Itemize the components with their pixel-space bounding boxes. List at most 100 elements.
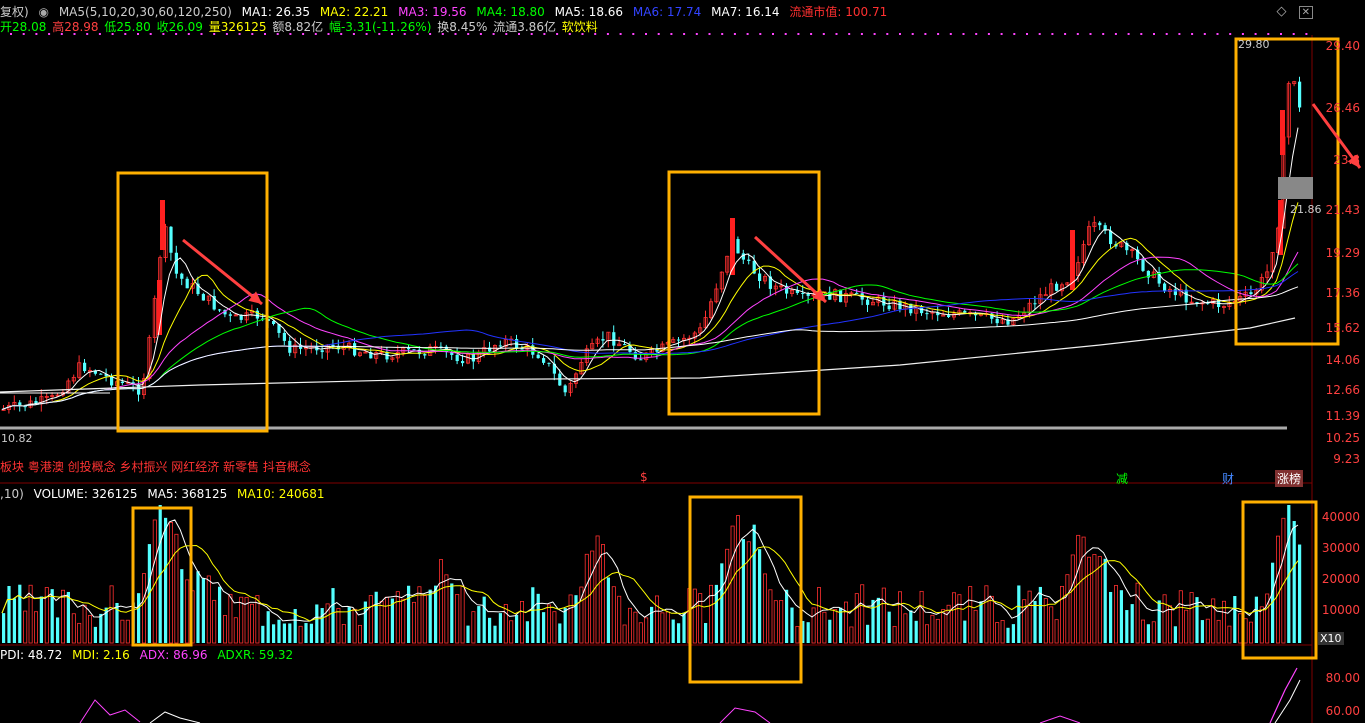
volume-bar: [633, 611, 638, 644]
volume-bar: [309, 623, 313, 643]
volume-bar: [849, 626, 854, 644]
event-dot: [454, 33, 457, 35]
volume-bar: [466, 625, 470, 643]
volume-bar: [644, 617, 649, 644]
volume-bar: [1006, 627, 1010, 643]
event-dot: [1178, 33, 1181, 35]
volume-bar: [272, 624, 276, 643]
kline-chart[interactable]: [0, 0, 1365, 723]
volume-bar: [77, 622, 82, 644]
candle-body: [137, 384, 141, 395]
volume-bar: [611, 586, 616, 644]
candle-body: [995, 318, 999, 324]
event-dot: [1229, 33, 1232, 35]
concept-tags[interactable]: 板块 粤港澳 创投概念 乡村振兴 网红经济 新零售 抖音概念: [0, 458, 311, 475]
volume-bar: [817, 587, 822, 644]
marker-limit-up[interactable]: 涨榜: [1275, 470, 1304, 487]
volume-bar: [887, 611, 891, 643]
dmi-tick: 60.00: [1325, 704, 1360, 718]
event-dot: [911, 33, 914, 35]
volume-bar: [261, 625, 265, 643]
volume-bar: [871, 599, 875, 643]
candle-body: [331, 344, 335, 346]
volume-bar: [411, 601, 416, 644]
event-dot: [1102, 33, 1105, 35]
volume-bar: [989, 595, 994, 644]
price-tick: 17.36: [1325, 286, 1360, 300]
volume-bar: [477, 606, 481, 643]
volume-bar: [1038, 586, 1042, 643]
event-dot: [1038, 33, 1041, 35]
volume-bar: [99, 613, 103, 643]
volume-params[interactable]: ,10): [0, 487, 24, 501]
event-dot: [733, 33, 736, 35]
event-dot: [1140, 33, 1143, 35]
volume-bar: [2, 613, 6, 643]
volume-bar: [23, 610, 28, 644]
candle-body: [471, 354, 475, 362]
volume-bar: [422, 595, 427, 644]
volume-bar: [1249, 621, 1254, 644]
marker-dollar[interactable]: $: [640, 470, 648, 484]
candle-body: [639, 359, 643, 361]
volume-bar: [266, 611, 270, 643]
volume-bar: [1216, 619, 1221, 644]
volume-bar: [1049, 606, 1054, 644]
volume-bar: [1281, 517, 1286, 644]
volume-bar: [768, 589, 773, 644]
volume-bar: [730, 525, 735, 644]
event-dot: [1267, 33, 1270, 35]
marker-finance[interactable]: 财: [1222, 470, 1234, 487]
volume-bar: [109, 585, 114, 644]
event-dot: [175, 33, 178, 35]
event-dot: [162, 33, 165, 35]
volume-bar: [547, 604, 552, 644]
event-dot: [835, 33, 838, 35]
dmi-adx-line: [79, 699, 141, 723]
candle-body: [320, 350, 324, 353]
volume-bar: [903, 613, 908, 644]
price-tick: 12.66: [1325, 383, 1360, 397]
event-dot: [124, 33, 127, 35]
candle-body: [423, 354, 427, 356]
candle-body: [1043, 294, 1048, 297]
event-dot: [111, 33, 114, 35]
volume-bar: [1114, 585, 1119, 644]
volume-bar: [1092, 554, 1097, 644]
volume-bar: [531, 587, 535, 643]
candle-body: [1055, 283, 1059, 291]
candle-body: [201, 294, 205, 301]
volume-bar: [606, 577, 610, 643]
event-dot: [632, 33, 635, 35]
volume-bar: [168, 522, 173, 644]
volume-tick: 20000: [1321, 572, 1360, 586]
volume-bar: [379, 600, 384, 644]
candle-body: [412, 349, 416, 351]
volume-bar: [401, 598, 406, 644]
event-dot: [467, 33, 470, 35]
price-marker-box: [1278, 177, 1313, 199]
event-dot: [619, 33, 622, 35]
volume-bar: [444, 574, 449, 644]
volume-bar: [844, 601, 849, 644]
volume-bar: [935, 618, 940, 644]
volume-bar: [638, 622, 643, 644]
candle-body: [228, 314, 232, 316]
volume-bar: [185, 579, 190, 644]
price-tick: 19.29: [1325, 246, 1360, 260]
volume-bar: [1033, 600, 1037, 643]
volume-bar: [930, 614, 935, 644]
volume-bar: [1195, 597, 1199, 643]
volume-bar: [395, 591, 400, 644]
candle-body: [18, 402, 22, 406]
event-dot: [556, 33, 559, 35]
limit-up-candle: [1280, 110, 1285, 155]
candle-body: [1249, 292, 1253, 295]
marker-reduce[interactable]: 减: [1116, 470, 1128, 487]
event-dot: [1305, 33, 1308, 35]
event-dot: [225, 33, 228, 35]
annotations-group: [116, 37, 1362, 684]
candle-body: [1163, 283, 1167, 292]
volume-bar: [552, 611, 557, 644]
volume-bar: [833, 609, 838, 644]
